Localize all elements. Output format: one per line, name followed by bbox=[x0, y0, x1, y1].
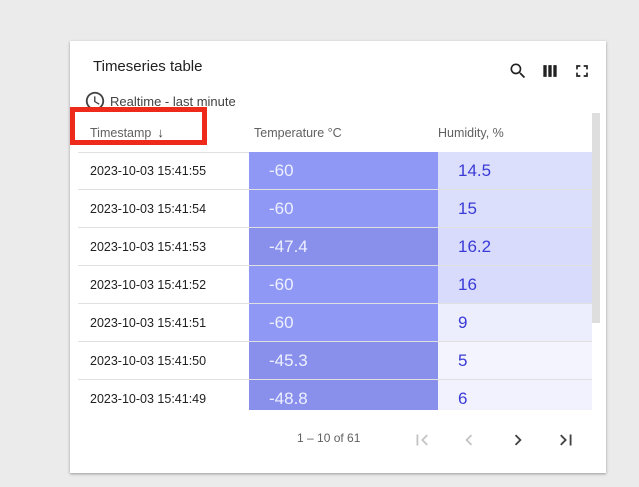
first-page-button[interactable] bbox=[408, 426, 436, 454]
sort-arrow-down-icon: ↓ bbox=[157, 125, 164, 140]
columns-button[interactable] bbox=[540, 61, 560, 81]
column-header-timestamp-label: Timestamp bbox=[90, 125, 152, 140]
realtime-timewindow[interactable]: Realtime - last minute bbox=[84, 90, 236, 112]
cell-timestamp: 2023-10-03 15:41:52 bbox=[90, 277, 207, 292]
table-row[interactable]: 2023-10-03 15:41:55 -60 14.5 bbox=[78, 152, 592, 190]
table-row[interactable]: 2023-10-03 15:41:51 -60 9 bbox=[78, 304, 592, 342]
last-page-icon bbox=[560, 434, 572, 446]
cell-humidity: 16.2 bbox=[438, 228, 592, 265]
search-icon bbox=[510, 63, 526, 79]
table-row[interactable]: 2023-10-03 15:41:49 -48.8 6 bbox=[78, 380, 592, 410]
table-body: 2023-10-03 15:41:55 -60 14.5 2023-10-03 15:… bbox=[78, 152, 592, 410]
table-row[interactable]: 2023-10-03 15:41:50 -45.3 5 bbox=[78, 342, 592, 380]
cell-humidity: 14.5 bbox=[438, 152, 592, 189]
cell-temperature: -60 bbox=[249, 152, 438, 189]
table-scrollbar[interactable] bbox=[592, 113, 600, 323]
cell-humidity: 5 bbox=[438, 342, 592, 379]
cell-temperature: -60 bbox=[249, 190, 438, 227]
timeseries-widget: Timeseries table Realtime - last minute … bbox=[70, 41, 606, 473]
cell-timestamp: 2023-10-03 15:41:50 bbox=[90, 353, 207, 368]
cell-temperature: -60 bbox=[249, 304, 438, 341]
prev-page-button[interactable] bbox=[455, 426, 483, 454]
column-header-humidity[interactable]: Humidity, % bbox=[438, 113, 588, 152]
cell-humidity: 9 bbox=[438, 304, 592, 341]
next-page-button[interactable] bbox=[504, 426, 532, 454]
cell-humidity: 16 bbox=[438, 266, 592, 303]
widget-toolbar bbox=[508, 61, 592, 81]
cell-temperature: -45.3 bbox=[249, 342, 438, 379]
cell-humidity: 6 bbox=[438, 380, 592, 410]
table-row[interactable]: 2023-10-03 15:41:53 -47.4 16.2 bbox=[78, 228, 592, 266]
cell-timestamp: 2023-10-03 15:41:49 bbox=[90, 391, 207, 406]
column-header-temperature[interactable]: Temperature °C bbox=[254, 113, 434, 152]
last-page-button[interactable] bbox=[552, 426, 580, 454]
paginator: 1 – 10 of 61 bbox=[70, 410, 606, 473]
column-header-humidity-label: Humidity, % bbox=[438, 125, 504, 140]
cell-timestamp: 2023-10-03 15:41:53 bbox=[90, 239, 207, 254]
cell-timestamp: 2023-10-03 15:41:55 bbox=[90, 163, 207, 178]
clock-icon bbox=[85, 91, 105, 111]
table-row[interactable]: 2023-10-03 15:41:52 -60 16 bbox=[78, 266, 592, 304]
columns-icon bbox=[543, 65, 557, 77]
widget-title: Timeseries table bbox=[93, 58, 203, 75]
column-header-temperature-label: Temperature °C bbox=[254, 125, 342, 140]
cell-temperature: -47.4 bbox=[249, 228, 438, 265]
cell-timestamp: 2023-10-03 15:41:51 bbox=[90, 315, 207, 330]
next-page-icon bbox=[514, 434, 522, 446]
column-header-timestamp[interactable]: Timestamp ↓ bbox=[90, 113, 250, 152]
cell-humidity: 15 bbox=[438, 190, 592, 227]
table-row[interactable]: 2023-10-03 15:41:54 -60 15 bbox=[78, 190, 592, 228]
fullscreen-icon bbox=[576, 65, 588, 77]
fullscreen-button[interactable] bbox=[572, 61, 592, 81]
cell-timestamp: 2023-10-03 15:41:54 bbox=[90, 201, 207, 216]
cell-temperature: -48.8 bbox=[249, 380, 438, 410]
cell-temperature: -60 bbox=[249, 266, 438, 303]
page-range-label: 1 – 10 of 61 bbox=[297, 431, 361, 445]
realtime-label: Realtime - last minute bbox=[110, 93, 236, 109]
first-page-icon bbox=[416, 434, 428, 446]
table-header: Timestamp ↓ Temperature °C Humidity, % bbox=[78, 113, 592, 153]
prev-page-icon bbox=[465, 434, 473, 446]
search-button[interactable] bbox=[508, 61, 528, 81]
